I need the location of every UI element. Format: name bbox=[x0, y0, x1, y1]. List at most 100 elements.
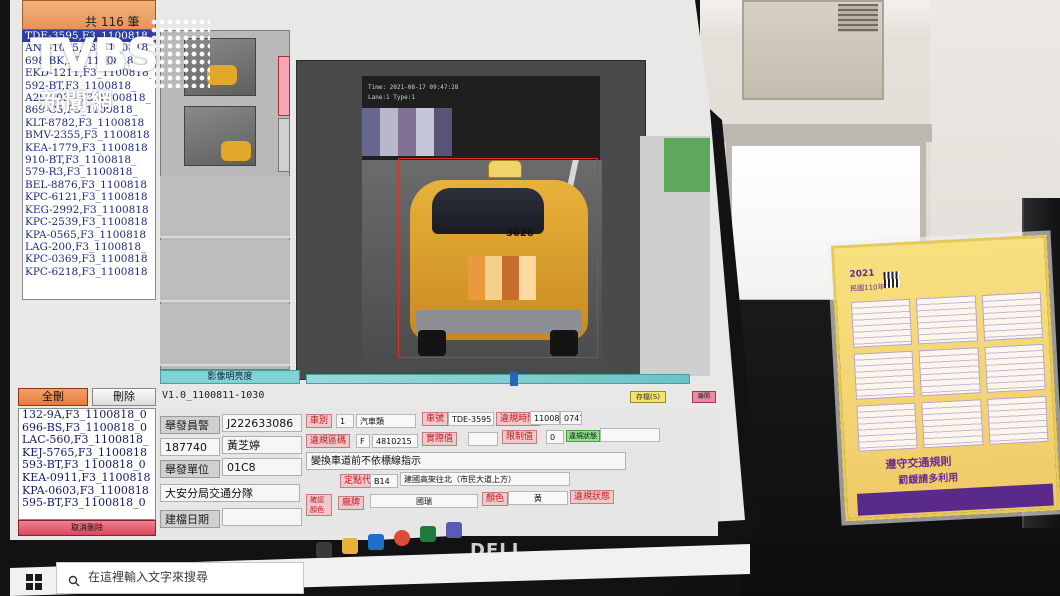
list-item[interactable]: KEA-0911,F3_1100818 bbox=[19, 471, 155, 485]
list-item[interactable]: 595-BT,F3_1100818_0 bbox=[19, 497, 155, 510]
unit-code-field[interactable]: 01C8 bbox=[222, 458, 302, 476]
plate-label: 車號 bbox=[422, 412, 449, 426]
brightness-slider-handle[interactable] bbox=[510, 372, 518, 386]
tvbs-logo: TVBS bbox=[30, 28, 159, 82]
vehicle-type-label: 車別 bbox=[306, 414, 333, 428]
brightness-slider[interactable] bbox=[306, 374, 690, 384]
delete-button[interactable]: 刪除 bbox=[92, 388, 156, 406]
calendar-month bbox=[850, 298, 913, 348]
calendar-month bbox=[916, 295, 978, 345]
app-icon[interactable] bbox=[446, 522, 462, 538]
list-item[interactable]: KEG-2992,F3_1100818 bbox=[22, 204, 156, 216]
color-field[interactable]: 黃 bbox=[508, 491, 568, 505]
reporter-name-field[interactable]: 黃芝婷 bbox=[222, 436, 302, 454]
windows-logo-icon bbox=[35, 574, 42, 581]
calendar-slogan-2: 罰鍰請多利用 bbox=[898, 472, 959, 487]
thumbnail-taxi bbox=[207, 65, 237, 85]
list-item[interactable]: LAC-560,F3_1100818_ bbox=[19, 434, 155, 447]
queue-list[interactable]: 132-9A,F3_1100818_0 696-BS,F3_1100818_0 … bbox=[18, 408, 156, 520]
thumbnail-scroll-down[interactable] bbox=[278, 118, 290, 172]
delete-all-button[interactable]: 全刪 bbox=[18, 388, 88, 406]
confirm-color-button[interactable]: 確認顏色 bbox=[306, 494, 332, 516]
vehicle-type-name-field[interactable]: 汽車類 bbox=[356, 414, 416, 428]
air-conditioner-vent bbox=[838, 4, 878, 32]
list-item[interactable]: KPC-6218,F3_1100818 bbox=[22, 266, 156, 278]
task-view-icon[interactable] bbox=[316, 542, 332, 558]
tvbs-subtitle: 新聞網 bbox=[40, 90, 116, 115]
location-code-field[interactable]: B14 bbox=[370, 474, 398, 488]
actual-value-field[interactable] bbox=[468, 432, 498, 446]
calendar-grid bbox=[850, 291, 1049, 452]
list-item[interactable]: KPC-2539,F3_1100818 bbox=[22, 216, 156, 228]
brand-field[interactable]: 國瑞 bbox=[370, 494, 478, 508]
exit-button[interactable]: 離開 bbox=[692, 391, 716, 403]
list-item[interactable]: 132-9A,F3_1100818_0 bbox=[19, 409, 155, 422]
list-item[interactable]: 910-BT,F3_1100818_ bbox=[22, 154, 156, 166]
violation-status-indicator: 違規狀態 bbox=[566, 430, 600, 442]
excel-icon[interactable] bbox=[420, 526, 436, 542]
unit-name-field[interactable]: 大安分局交通分隊 bbox=[160, 484, 300, 502]
list-item[interactable]: BEL-8876,F3_1100818 bbox=[22, 179, 156, 191]
calendar-footer bbox=[856, 483, 1054, 516]
record-list-header: 共 116 筆 bbox=[22, 0, 156, 30]
list-item[interactable]: KPA-0565,F3_1100818 bbox=[22, 229, 156, 241]
list-item[interactable]: BMV-2355,F3_1100818 bbox=[22, 129, 156, 141]
limit-value-field[interactable]: 0 bbox=[546, 430, 564, 444]
calendar-month bbox=[981, 291, 1044, 341]
list-item[interactable]: LAG-200,F3_1100818_ bbox=[22, 241, 156, 253]
chrome-browser-icon[interactable] bbox=[394, 530, 410, 546]
actual-value-label: 實際值 bbox=[422, 432, 458, 446]
thumbnail-slot[interactable] bbox=[160, 304, 290, 366]
save-button[interactable]: 存檔(S) bbox=[630, 391, 666, 403]
calendar-poster: 2021 民國110年 遵守交通規則 罰鍰請多利用 bbox=[830, 234, 1060, 522]
list-item[interactable]: 579-R3,F3_1100818_ bbox=[22, 166, 156, 178]
reporter-code-field[interactable]: 187740 bbox=[160, 438, 220, 456]
calendar-subtitle: 民國110年 bbox=[849, 283, 885, 293]
list-item[interactable]: KEA-1779,F3_1100818 bbox=[22, 142, 156, 154]
tvbs-logo-dots bbox=[150, 18, 210, 88]
violation-status-field[interactable] bbox=[600, 428, 660, 442]
windows-logo-icon bbox=[26, 583, 33, 590]
color-label: 顏色 bbox=[482, 492, 509, 506]
thumbnail-slot[interactable] bbox=[160, 240, 290, 302]
windows-logo-icon bbox=[35, 583, 42, 590]
brand-label: 廠牌 bbox=[338, 496, 365, 510]
rule-label: 違規區碼 bbox=[306, 434, 351, 448]
mosaic-blur bbox=[362, 108, 452, 156]
filing-date-field[interactable] bbox=[222, 508, 302, 526]
violation-date-field[interactable]: 1100817 bbox=[530, 411, 560, 425]
calendar-month bbox=[918, 347, 981, 397]
reporter-id-field[interactable]: J222633086 bbox=[222, 414, 302, 432]
violation-description-field[interactable]: 變換車道前不依標線指示 bbox=[306, 452, 626, 470]
violation-time-field[interactable]: 0747 bbox=[560, 411, 582, 425]
calendar-year: 2021 bbox=[849, 268, 875, 280]
limit-label: 限制值 bbox=[502, 430, 538, 444]
file-explorer-icon[interactable] bbox=[342, 538, 358, 554]
thumbnail-scroll-up[interactable] bbox=[278, 56, 290, 116]
thumbnail-image[interactable] bbox=[184, 106, 256, 166]
plate-field[interactable]: TDE-3595 bbox=[448, 412, 494, 426]
cancel-delete-button[interactable]: 取消刪除 bbox=[18, 520, 156, 536]
brightness-label: 影像明亮度 bbox=[160, 370, 300, 384]
camera-timestamp: Time: 2021-08-17 09:47:28 bbox=[368, 84, 459, 91]
list-item[interactable]: KPC-0369,F3_1100818 bbox=[22, 253, 156, 265]
violation-status-button[interactable]: 違規狀態 bbox=[570, 490, 615, 504]
version-label: V1.0_1100811-1030 bbox=[162, 390, 265, 401]
search-placeholder: 在這裡輸入文字來搜尋 bbox=[88, 570, 209, 584]
list-item[interactable]: KPC-6121,F3_1100818 bbox=[22, 191, 156, 203]
edge-browser-icon[interactable] bbox=[368, 534, 384, 550]
location-name-field[interactable]: 建國高架往北（市民大道上方） bbox=[400, 472, 570, 486]
vehicle-type-code-field[interactable]: 1 bbox=[336, 414, 354, 428]
camera-info: Lane:1 Type:1 bbox=[368, 94, 415, 101]
list-item[interactable]: KLT-8782,F3_1100818 bbox=[22, 117, 156, 129]
search-icon bbox=[68, 572, 80, 587]
reporter-label: 舉發員警 bbox=[160, 416, 220, 434]
unit-label: 舉發單位 bbox=[160, 460, 220, 478]
thumbnail-taxi bbox=[221, 141, 251, 161]
calendar-month bbox=[986, 395, 1049, 445]
rule-flag-field[interactable]: F bbox=[356, 434, 370, 448]
filing-date-label: 建檔日期 bbox=[160, 510, 220, 528]
rule-code-field[interactable]: 4810215 bbox=[372, 434, 418, 448]
windows-start-button[interactable] bbox=[26, 574, 42, 590]
thumbnail-slot[interactable] bbox=[160, 176, 290, 238]
